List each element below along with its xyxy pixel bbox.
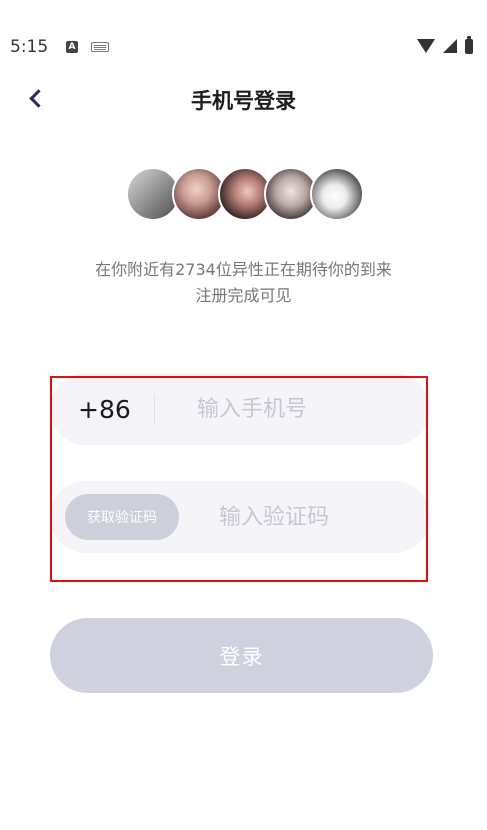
nearby-info-text: 在你附近有2734位异性正在期待你的到来 注册完成可见 bbox=[0, 257, 487, 309]
register-visible-line: 注册完成可见 bbox=[195, 286, 292, 305]
status-icons bbox=[417, 35, 473, 54]
wifi-icon bbox=[417, 39, 435, 53]
battery-icon bbox=[465, 35, 473, 54]
status-bar: 5:15 A bbox=[0, 0, 487, 90]
avatar bbox=[310, 167, 364, 221]
nearby-count-line: 在你附近有2734位异性正在期待你的到来 bbox=[95, 260, 392, 279]
login-button[interactable]: 登录 bbox=[50, 618, 433, 693]
keyboard-icon bbox=[91, 42, 109, 52]
status-time: 5:15 bbox=[10, 37, 49, 57]
page-title: 手机号登录 bbox=[191, 89, 296, 113]
highlight-box bbox=[50, 376, 428, 582]
signal-icon bbox=[443, 39, 457, 53]
avatar-group bbox=[126, 167, 364, 221]
notification-a-icon: A bbox=[66, 41, 78, 53]
